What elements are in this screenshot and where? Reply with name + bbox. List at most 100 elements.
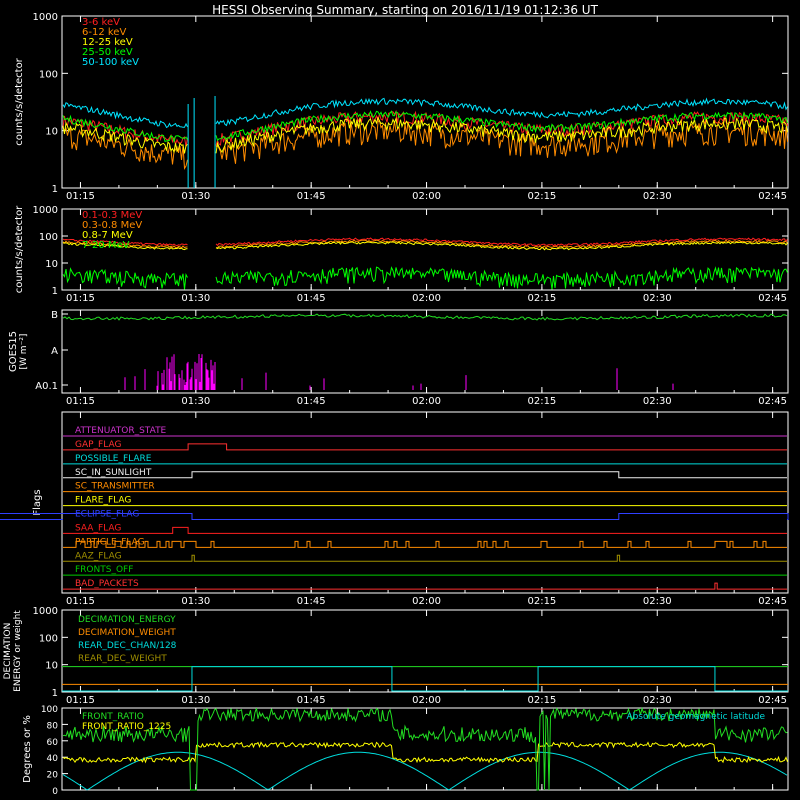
y-tick-label: 10 bbox=[45, 259, 58, 270]
panel-front-ratio: 0 20 40 60 80 100 Degrees or % FRONT_RATIOFRONT… bbox=[22, 705, 789, 797]
legend-entry: 7-20 MeV bbox=[82, 240, 130, 251]
goes-long-line bbox=[62, 313, 788, 321]
x-tick-label: 02:15 bbox=[527, 191, 556, 202]
x-tick-label: 02:15 bbox=[527, 596, 556, 607]
flag-label: PARTICLE_FLAG bbox=[75, 537, 145, 547]
y-tick-label: 80 bbox=[47, 721, 59, 731]
x-tick-label: 01:45 bbox=[297, 695, 326, 706]
x-tick-label: 01:15 bbox=[66, 396, 95, 407]
x-tick-label: 02:45 bbox=[758, 396, 787, 407]
x-tick-label: 02:00 bbox=[412, 293, 441, 304]
series-line bbox=[62, 120, 788, 170]
figure-title: HESSI Observing Summary, starting on 201… bbox=[212, 3, 598, 17]
panel-decimation: 01:15 01:30 01:45 02:00 02:15 02:30 02:45 1 10 10… bbox=[3, 606, 789, 706]
y-axis-label: ENERGY or weight bbox=[13, 610, 23, 692]
panel-goes: 01:15 01:30 01:45 02:00 02:15 02:30 02:45 A0.1 A… bbox=[8, 309, 789, 407]
flag-label: SAA_FLAG bbox=[75, 523, 121, 533]
x-tick-label: 02:00 bbox=[412, 396, 441, 407]
legend-entry: DECIMATION_WEIGHT bbox=[78, 628, 176, 638]
panel-hi-energy: 01:15 01:30 01:45 02:00 02:15 02:30 02:45 1 10 10… bbox=[14, 205, 789, 304]
series-line bbox=[62, 241, 788, 251]
rear-dec-chan-line bbox=[62, 666, 788, 692]
y-tick-label: 100 bbox=[39, 633, 58, 644]
flag-label: FLARE_FLAG bbox=[75, 496, 131, 506]
x-tick-label: 02:30 bbox=[643, 396, 672, 407]
y-axis-label: DECIMATION bbox=[3, 623, 13, 680]
hessi-summary-figure: HESSI Observing Summary, starting on 201… bbox=[0, 3, 789, 797]
panel-lo-energy: 01:15 01:30 01:45 02:00 02:15 02:30 02:45 1 10 10… bbox=[14, 12, 789, 202]
flag-line bbox=[63, 471, 787, 479]
y-axis-label: Degrees or % bbox=[22, 715, 33, 783]
flag-label: FRONTS_OFF bbox=[75, 565, 133, 575]
y-tick-label: 10 bbox=[45, 661, 58, 672]
flag-label: ATTENUATOR_STATE bbox=[75, 426, 167, 436]
latitude-annotation: Absolute geomagnetic latitude bbox=[626, 712, 765, 722]
panel-frame bbox=[61, 411, 789, 594]
y-tick-label: 10 bbox=[45, 127, 58, 138]
x-tick-label: 02:15 bbox=[527, 695, 556, 706]
y-tick-label: 1000 bbox=[33, 205, 58, 216]
x-tick-label: 02:00 bbox=[412, 191, 441, 202]
flag-line bbox=[63, 554, 787, 562]
panel-frame bbox=[61, 309, 789, 394]
y-axis-label: GOES15 bbox=[8, 331, 19, 372]
x-tick-label: 01:30 bbox=[181, 396, 210, 407]
y-tick-label: A bbox=[51, 346, 58, 357]
flag-label: ECLIPSE_FLAG bbox=[75, 510, 139, 520]
legend-entry: REAR_DEC_WEIGHT bbox=[78, 654, 167, 664]
y-tick-label: 100 bbox=[39, 69, 58, 80]
y-tick-label: 1000 bbox=[33, 606, 58, 617]
flag-label: AAZ_FLAG bbox=[75, 551, 122, 561]
legend-entry: REAR_DEC_CHAN/128 bbox=[78, 641, 177, 651]
legend-entry: FRONT_RATIO bbox=[82, 712, 144, 722]
panel-flags: 01:15 01:30 01:45 02:00 02:15 02:30 02:45 Flags… bbox=[0, 411, 789, 607]
flag-label: POSSIBLE_FLARE bbox=[75, 454, 152, 464]
y-tick-label: 0 bbox=[52, 787, 58, 797]
panel-frame bbox=[61, 208, 789, 291]
flag-label: BAD_PACKETS bbox=[75, 579, 139, 589]
x-tick-label: 02:45 bbox=[758, 293, 787, 304]
y-tick-label: 1000 bbox=[33, 12, 58, 23]
y-tick-label: B bbox=[51, 310, 58, 321]
x-tick-label: 02:45 bbox=[758, 191, 787, 202]
y-axis-unit: [W m⁻²] bbox=[19, 334, 29, 370]
legend-entry: FRONT_RATIO_1225 bbox=[82, 722, 171, 732]
x-tick-label: 02:30 bbox=[643, 596, 672, 607]
goes-short-spikes bbox=[124, 354, 674, 390]
x-tick-label: 02:30 bbox=[643, 293, 672, 304]
x-tick-label: 01:15 bbox=[66, 293, 95, 304]
gap-marker bbox=[187, 96, 216, 188]
x-tick-label: 02:15 bbox=[527, 293, 556, 304]
y-tick-label: 20 bbox=[47, 771, 59, 781]
x-tick-label: 01:30 bbox=[181, 596, 210, 607]
x-tick-label: 01:30 bbox=[181, 191, 210, 202]
x-tick-label: 01:45 bbox=[297, 293, 326, 304]
x-tick-label: 01:45 bbox=[297, 596, 326, 607]
flag-line bbox=[63, 582, 787, 590]
x-tick-label: 02:15 bbox=[527, 396, 556, 407]
x-tick-label: 02:00 bbox=[412, 596, 441, 607]
y-tick-label: 100 bbox=[41, 705, 58, 715]
y-axis-label: counts/s/detector bbox=[14, 205, 25, 293]
y-axis-label: Flags bbox=[32, 489, 43, 515]
y-tick-label: 40 bbox=[47, 754, 59, 764]
x-tick-label: 02:45 bbox=[758, 596, 787, 607]
y-tick-label: A0.1 bbox=[35, 381, 58, 392]
flag-label: SC_IN_SUNLIGHT bbox=[75, 468, 152, 478]
flag-line bbox=[63, 540, 787, 548]
x-tick-label: 02:30 bbox=[643, 191, 672, 202]
flag-label: GAP_FLAG bbox=[75, 440, 121, 450]
x-tick-label: 01:30 bbox=[181, 695, 210, 706]
legend-entry: 50-100 keV bbox=[82, 57, 139, 68]
x-tick-label: 01:15 bbox=[66, 596, 95, 607]
y-tick-label: 1 bbox=[52, 184, 58, 195]
flag-line bbox=[63, 526, 787, 534]
y-tick-label: 1 bbox=[52, 286, 58, 297]
y-tick-label: 1 bbox=[52, 688, 58, 699]
x-tick-label: 01:15 bbox=[66, 695, 95, 706]
y-axis-label: counts/s/detector bbox=[14, 57, 25, 145]
x-tick-label: 01:45 bbox=[297, 396, 326, 407]
y-tick-label: 60 bbox=[47, 738, 59, 748]
x-tick-label: 01:45 bbox=[297, 191, 326, 202]
legend-entry: DECIMATION_ENERGY bbox=[78, 615, 176, 625]
